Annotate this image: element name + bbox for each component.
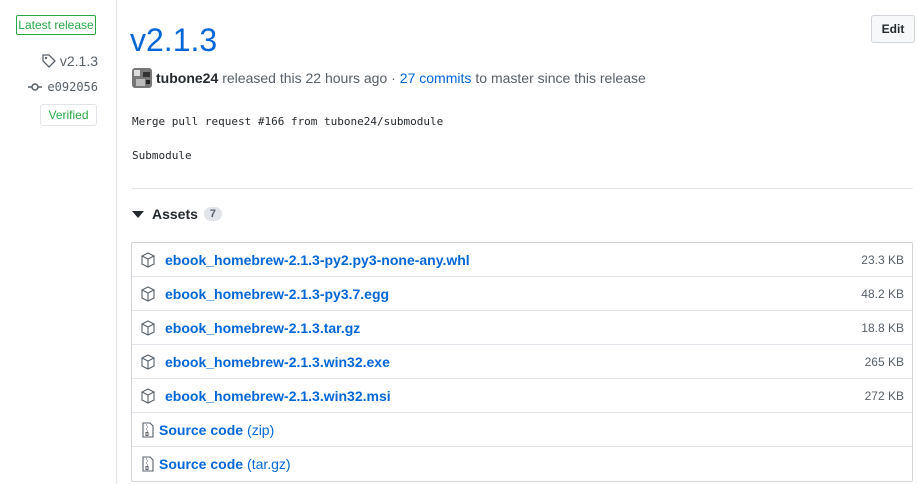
divider (132, 188, 913, 189)
source-label: Source code (159, 456, 244, 472)
asset-size: 18.8 KB (861, 320, 904, 335)
asset-size: 265 KB (864, 354, 904, 369)
asset-size: 272 KB (864, 388, 904, 403)
commit-link[interactable]: e092056 (28, 80, 98, 94)
commits-link[interactable]: 27 commits (400, 70, 472, 86)
release-body-line: Merge pull request #166 from tubone24/su… (132, 115, 444, 128)
package-icon (141, 251, 155, 268)
source-code-targz-link[interactable]: Source code (tar.gz) (159, 456, 291, 472)
edit-button[interactable]: Edit (871, 15, 915, 43)
asset-row: ebook_homebrew-2.1.3-py2.py3-none-any.wh… (132, 243, 912, 277)
release-body-line: Submodule (132, 149, 192, 162)
author-link[interactable]: tubone24 (156, 70, 218, 86)
asset-link[interactable]: ebook_homebrew-2.1.3.win32.msi (165, 388, 391, 404)
asset-row: ebook_homebrew-2.1.3.win32.exe 265 KB (132, 345, 912, 379)
avatar[interactable] (132, 68, 152, 88)
source-ext: (tar.gz) (247, 456, 291, 472)
verified-badge[interactable]: Verified (40, 104, 97, 126)
asset-size: 48.2 KB (861, 286, 904, 301)
tag-label: v2.1.3 (59, 53, 98, 69)
file-zip-icon (142, 456, 154, 472)
release-sidebar: Latest release v2.1.3 e092056 Verified (0, 0, 117, 484)
source-code-zip-link[interactable]: Source code (zip) (159, 422, 274, 438)
asset-link[interactable]: ebook_homebrew-2.1.3.win32.exe (165, 354, 390, 370)
source-label: Source code (159, 421, 244, 438)
released-text: released this 22 hours ago · (222, 70, 396, 86)
commit-icon (28, 83, 43, 91)
asset-row: ebook_homebrew-2.1.3-py3.7.egg 48.2 KB (132, 277, 912, 311)
asset-link[interactable]: ebook_homebrew-2.1.3-py3.7.egg (165, 286, 389, 302)
commit-sha: e092056 (47, 80, 98, 94)
asset-link[interactable]: ebook_homebrew-2.1.3-py2.py3-none-any.wh… (165, 252, 470, 268)
tag-icon (42, 54, 56, 68)
source-ext: (zip) (247, 421, 275, 438)
assets-toggle[interactable]: Assets 7 (132, 206, 223, 222)
release-meta: tubone24 released this 22 hours ago · 27… (132, 68, 646, 88)
asset-row: ebook_homebrew-2.1.3.tar.gz 18.8 KB (132, 311, 912, 345)
package-icon (141, 387, 155, 404)
caret-down-icon (132, 210, 144, 218)
release-title[interactable]: v2.1.3 (130, 18, 217, 62)
package-icon (141, 319, 155, 336)
file-zip-icon (142, 421, 154, 438)
asset-link[interactable]: ebook_homebrew-2.1.3.tar.gz (165, 320, 360, 336)
package-icon (141, 285, 155, 302)
asset-row: ebook_homebrew-2.1.3.win32.msi 272 KB (132, 379, 912, 413)
source-row: Source code (zip) (132, 413, 912, 447)
latest-release-badge: Latest release (16, 15, 96, 35)
source-row: Source code (tar.gz) (132, 447, 912, 481)
since-text: to master since this release (475, 70, 646, 86)
asset-size: 23.3 KB (861, 252, 904, 267)
tag-link[interactable]: v2.1.3 (42, 53, 98, 69)
assets-count: 7 (203, 207, 223, 221)
package-icon (141, 353, 155, 370)
asset-list: ebook_homebrew-2.1.3-py2.py3-none-any.wh… (131, 242, 913, 482)
assets-label: Assets (152, 206, 198, 222)
